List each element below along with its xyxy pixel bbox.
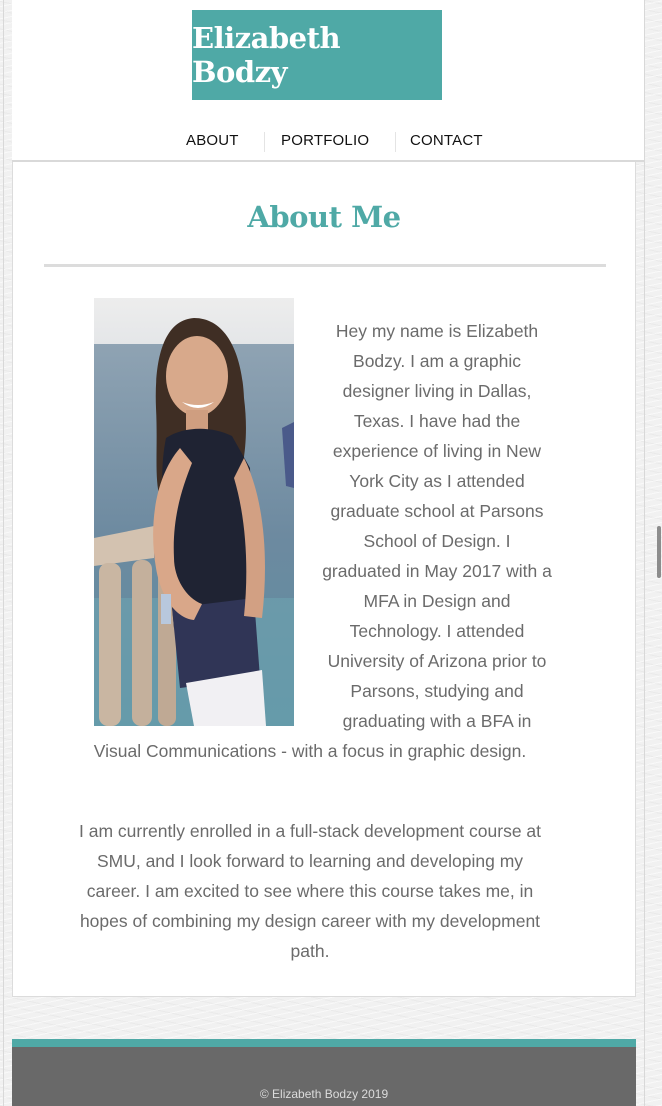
scrollbar-thumb[interactable] [657,526,661,578]
site-header: Elizabeth Bodzy ABOUT PORTFOLIO CONTACT [12,0,644,162]
nav-item-about[interactable]: ABOUT [186,132,239,149]
heading-divider [44,264,606,267]
bio-line: experience of living in New [332,441,542,461]
bio-line: Bodzy. I am a graphic [353,351,521,371]
bio-paragraph-wrapped: Hey my name is Elizabeth Bodzy. I am a g… [313,316,561,736]
bio-line: Hey my name is Elizabeth [335,321,539,341]
course-line: path. [290,941,330,961]
course-line: career. I am excited to see where this c… [86,881,534,901]
bio-line: Parsons, studying and [350,681,524,701]
course-line: SMU, and I look forward to learning and … [96,851,524,871]
profile-photo [94,298,294,726]
nav-item-portfolio[interactable]: PORTFOLIO [281,132,369,149]
page-frame-left [3,0,4,1106]
nav-separator [395,132,396,152]
bio-line-final: Visual Communications - with a focus in … [93,741,527,761]
bio-line: designer living in Dallas, [342,381,532,401]
main-nav: ABOUT PORTFOLIO CONTACT [12,128,644,156]
course-paragraph: I am currently enrolled in a full-stack … [53,816,567,966]
bio-line: MFA in Design and [363,591,511,611]
bio-line: School of Design. I [363,531,511,551]
bio-line: graduated in May 2017 with a [322,561,552,581]
bio-line: Texas. I have had the [353,411,521,431]
bio-line: graduating with a BFA in [342,711,532,731]
bio-line: York City as I attended [349,471,525,491]
bio-line: University of Arizona prior to [327,651,547,671]
course-line: hopes of combining my design career with… [79,911,541,931]
site-footer: © Elizabeth Bodzy 2019 [12,1047,636,1106]
nav-separator [264,132,265,152]
page-frame-right [644,0,645,1106]
page-title: About Me [247,200,401,234]
bio-line: Technology. I attended [349,621,525,641]
course-line: I am currently enrolled in a full-stack … [78,821,542,841]
footer-accent-band [12,1039,636,1047]
site-logo[interactable]: Elizabeth Bodzy [192,10,442,100]
copyright-text: © Elizabeth Bodzy 2019 [259,1087,389,1101]
bio-line: graduate school at Parsons [330,501,544,521]
nav-item-contact[interactable]: CONTACT [410,132,483,149]
about-section: About Me Hey my name is Elizabeth Bodzy.… [12,162,636,997]
